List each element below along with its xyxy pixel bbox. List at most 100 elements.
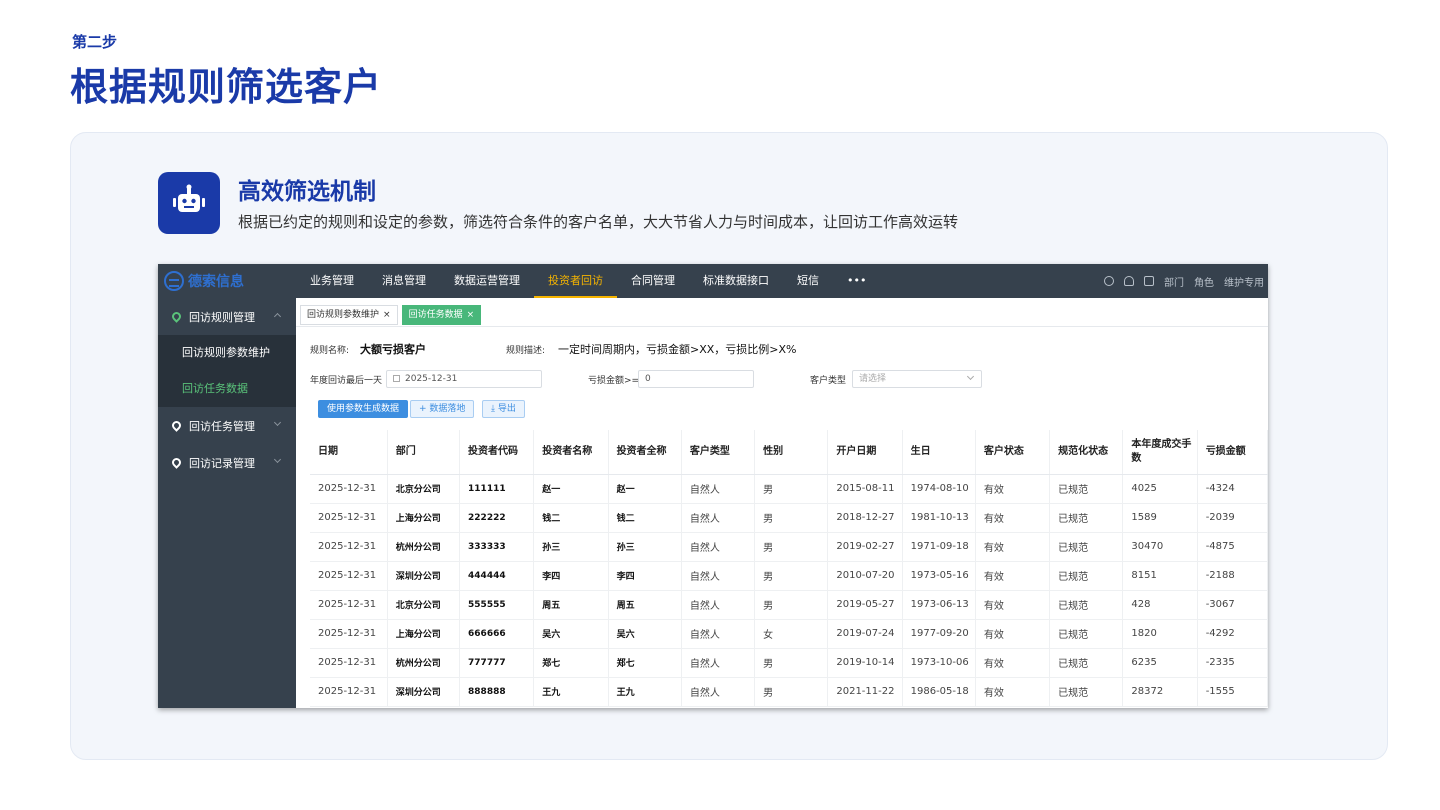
table-cell: 111111 [459,474,535,504]
table-cell: 1589 [1122,503,1198,533]
column-header[interactable]: 部门 [387,430,461,475]
nav-item-messages[interactable]: 消息管理 [368,264,440,298]
table-cell: 2025-12-31 [310,561,388,591]
table-cell: 北京分公司 [387,474,461,504]
sidebar-group-label: 回访任务管理 [189,419,255,433]
loss-amount-label: 亏损金额>= [588,376,640,386]
table-cell: 6235 [1122,648,1198,678]
table-row[interactable]: 2025-12-31 杭州分公司 333333 孙三 孙三 自然人男 2019-02-27 1… [310,532,1268,562]
feature-description: 根据已约定的规则和设定的参数，筛选符合条件的客户名单，大大节省人力与时间成本，让… [238,213,959,231]
column-header[interactable]: 投资者全称 [608,430,682,475]
sidebar-item-rule-params[interactable]: 回访规则参数维护 [158,335,296,371]
table-row[interactable]: 2025-12-31 北京分公司 555555 周五 周五 自然人男 2019-05-27 1… [310,590,1268,620]
table-cell: -4875 [1197,532,1268,562]
date-value: 2025-12-31 [405,374,458,384]
tab-task-data[interactable]: 回访任务数据 × [401,305,482,325]
table-cell: 郑七 [533,648,609,678]
table-cell: 已规范 [1049,503,1124,533]
tab-rule-params[interactable]: 回访规则参数维护 × [300,305,398,325]
table-cell: 上海分公司 [387,503,461,533]
app-screenshot: 德索信息 业务管理 消息管理 数据运营管理 投资者回访 合同管理 标准数据接口 … [158,264,1268,708]
table-cell: 自然人 [681,532,756,562]
table-cell: 杭州分公司 [387,532,461,562]
column-header[interactable]: 投资者代码 [459,430,535,475]
table-cell: 自然人 [681,648,756,678]
app-logo[interactable]: 德索信息 [164,270,244,292]
column-header[interactable]: 客户状态 [975,430,1051,475]
table-cell: 2025-12-31 [310,474,388,504]
sidebar-group-visit-rules[interactable]: 回访规则管理 [158,298,296,335]
customer-type-select[interactable]: 请选择 [852,370,982,388]
feature-title: 高效筛选机制 [238,179,376,205]
page-title: 根据规则筛选客户 [70,65,383,109]
table-cell: 有效 [975,677,1051,707]
column-header[interactable]: 客户类型 [681,430,756,475]
table-cell: 赵一 [608,474,682,504]
lock-icon[interactable] [1144,276,1154,286]
location-pin-icon [170,456,183,469]
table-cell: 女 [754,619,829,649]
nav-item-data-ops[interactable]: 数据运营管理 [440,264,534,298]
table-cell: 周五 [533,590,609,620]
table-row[interactable]: 2025-12-31 杭州分公司 777777 郑七 郑七 自然人男 2019-10-14 1… [310,648,1268,678]
table-cell: 钱二 [533,503,609,533]
sidebar-item-task-data[interactable]: 回访任务数据 [158,371,296,407]
table-row[interactable]: 2025-12-31 深圳分公司 888888 王九 王九 自然人男 2021-11-22 1… [310,677,1268,707]
role-link[interactable]: 角色 [1194,274,1214,289]
table-cell: 已规范 [1049,619,1124,649]
column-header[interactable]: 开户日期 [827,430,903,475]
column-header[interactable]: 投资者名称 [533,430,609,475]
table-cell: 男 [754,503,829,533]
nav-item-sms[interactable]: 短信 [783,264,833,298]
table-cell: 有效 [975,648,1051,678]
table-cell: 自然人 [681,590,756,620]
bell-icon[interactable] [1124,276,1134,286]
table-cell: 自然人 [681,561,756,591]
column-header[interactable]: 本年度成交手数 [1122,430,1198,475]
sidebar-group-visit-records[interactable]: 回访记录管理 [158,444,296,481]
close-icon[interactable]: × [383,310,391,320]
close-icon[interactable]: × [467,310,475,320]
sidebar: 回访规则管理 回访规则参数维护 回访任务数据 回访任务管理 回访记录管理 [158,298,296,708]
last-day-date-input[interactable]: 2025-12-31 [386,370,542,388]
sidebar-group-visit-tasks[interactable]: 回访任务管理 [158,407,296,444]
dept-link[interactable]: 部门 [1164,274,1184,289]
logo-text: 德索信息 [188,274,244,290]
nav-item-investor-visit[interactable]: 投资者回访 [534,264,617,298]
table-cell: 2025-12-31 [310,503,388,533]
loss-amount-input[interactable]: 0 [638,370,754,388]
column-header[interactable]: 生日 [902,430,976,475]
tab-bar: 回访规则参数维护 × 回访任务数据 × [300,305,482,325]
column-header[interactable]: 亏损金额 [1197,430,1268,475]
table-cell: 有效 [975,561,1051,591]
user-link[interactable]: 维护专用 [1224,274,1264,289]
table-cell: 1973-05-16 [902,561,976,591]
generate-data-button[interactable]: 使用参数生成数据 [318,400,409,418]
table-cell: 已规范 [1049,474,1124,504]
table-cell: 2018-12-27 [827,503,903,533]
table-row[interactable]: 2025-12-31 深圳分公司 444444 李四 李四 自然人男 2010-07-20 1… [310,561,1268,591]
table-row[interactable]: 2025-12-31 上海分公司 666666 吴六 吴六 自然人女 2019-07-24 1… [310,619,1268,649]
nav-item-more[interactable]: ••• [833,264,880,298]
column-header[interactable]: 日期 [310,430,388,475]
column-header[interactable]: 规范化状态 [1049,430,1124,475]
data-land-button[interactable]: + 数据落地 [410,400,475,418]
search-icon[interactable] [1104,276,1114,286]
nav-item-contracts[interactable]: 合同管理 [617,264,689,298]
main-nav: 业务管理 消息管理 数据运营管理 投资者回访 合同管理 标准数据接口 短信 ••… [296,264,880,298]
table-row[interactable]: 2025-12-31 上海分公司 222222 钱二 钱二 自然人男 2018-12-27 1… [310,503,1268,533]
table-cell: 自然人 [681,619,756,649]
table-cell: 2019-02-27 [827,532,903,562]
table-row[interactable]: 2025-12-31 北京分公司 111111 赵一 赵一 自然人男 2015-08-11 1… [310,474,1268,504]
table-cell: 428 [1122,590,1198,620]
nav-item-business[interactable]: 业务管理 [296,264,368,298]
table-cell: 222222 [459,503,535,533]
robot-icon [158,172,220,234]
sidebar-group-label: 回访记录管理 [189,456,255,470]
table-cell: 2025-12-31 [310,619,388,649]
table-cell: 郑七 [608,648,682,678]
export-button[interactable]: ⤓ 导出 [482,400,525,418]
table-cell: -4292 [1197,619,1268,649]
column-header[interactable]: 性别 [754,430,829,475]
nav-item-data-api[interactable]: 标准数据接口 [689,264,783,298]
